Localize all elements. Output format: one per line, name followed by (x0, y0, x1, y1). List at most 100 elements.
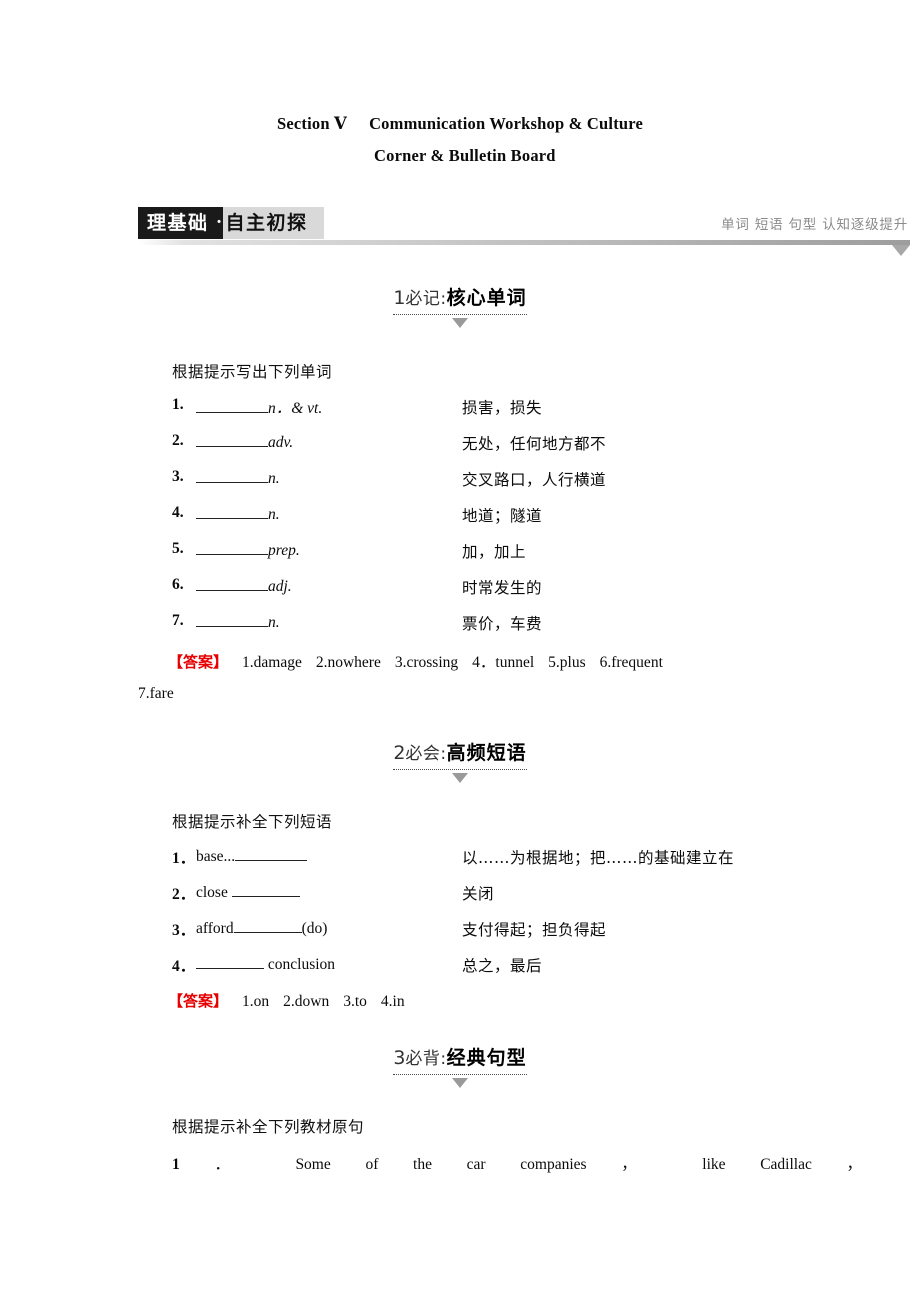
vocab-blank-5[interactable] (196, 540, 268, 555)
vocab-row-6-definition: 时常发生的 (462, 579, 543, 597)
vocab-row-7-definition: 票价，车费 (462, 615, 543, 633)
vocab-row-2-pos: adv. (268, 434, 294, 451)
vocab-blank-1[interactable] (196, 398, 268, 413)
section-heading-3-number: 3 (393, 1047, 406, 1069)
sentence-word: companies (520, 1156, 587, 1173)
section-label: Section Ⅴ (277, 114, 348, 133)
vocab-row-5-number: 5. (172, 540, 184, 557)
vocab-row-3: 3. n. 交叉路口，人行横道 (172, 468, 872, 504)
answer-item: 2.down (283, 993, 330, 1010)
phrase-row-1-definition: 以……为根据地；把……的基础建立在 (462, 849, 735, 867)
phrase-row-1: 1． base... 以……为根据地；把……的基础建立在 (172, 846, 872, 882)
banner-gradient-rule (138, 240, 910, 245)
vocab-row-3-pos: n. (268, 470, 280, 487)
section-heading-2-main: 高频短语 (446, 742, 527, 764)
vocab-blank-3[interactable] (196, 468, 268, 483)
section-heading-3: 3必背:经典句型 (0, 1043, 920, 1088)
sentence-word: ， (621, 1156, 668, 1173)
vocab-blank-7[interactable] (196, 612, 268, 627)
vocab-row-5-body: prep. (196, 540, 300, 560)
vocab-row-4-definition: 地道；隧道 (462, 507, 543, 525)
vocab-row-5-pos: prep. (268, 542, 300, 559)
banner-tab-primary: 理基础 (138, 207, 216, 239)
answer-item: 4.in (380, 993, 405, 1010)
vocab-row-1-definition: 损害，损失 (462, 399, 543, 417)
answer-item: 2.nowhere (315, 654, 381, 671)
phrase-row-2-pretext: close (196, 884, 232, 901)
phrase-blank-1[interactable] (235, 846, 308, 861)
phrase-row-3-posttext: (do) (301, 920, 328, 937)
vocab-row-1-number: 1. (172, 396, 184, 413)
section-heading-1-inner: 1必记:核心单词 (393, 283, 527, 328)
section-heading-2-prefix: 必会: (405, 744, 447, 764)
section-1-answer-label: 【答案】 (168, 653, 229, 671)
sentence-word: Some (295, 1156, 331, 1173)
vocab-blank-2[interactable] (196, 432, 268, 447)
section-heading-1: 1必记:核心单词 (0, 283, 920, 328)
section-heading-3-down-triangle-icon (452, 1078, 468, 1088)
vocab-row-3-number: 3. (172, 468, 184, 485)
sentence-row-1-number: 1 (172, 1156, 180, 1173)
vocab-row-4-number: 4. (172, 504, 184, 521)
page-title-text-1: Communication Workshop & Culture (369, 114, 644, 133)
vocab-row-1-pos: n．& vt. (268, 400, 323, 417)
phrase-row-4-posttext: conclusion (264, 956, 336, 973)
vocab-blank-6[interactable] (196, 576, 268, 591)
section-heading-2-down-triangle-icon (452, 773, 468, 783)
vocab-row-7-number: 7. (172, 612, 184, 629)
phrase-row-4-number: 4． (172, 958, 196, 975)
section-heading-2: 2必会:高频短语 (0, 738, 920, 783)
banner-tab-group: 理基础 · 自主初探 (138, 207, 324, 239)
section-3-lead: 根据提示补全下列教材原句 (172, 1118, 365, 1136)
vocab-row-3-body: n. (196, 468, 280, 488)
sentence-word: like (702, 1156, 726, 1173)
section-heading-1-prefix: 必记: (405, 289, 447, 309)
section-heading-3-prefix: 必背: (405, 1049, 447, 1069)
phrase-row-2-definition: 关闭 (462, 885, 495, 903)
phrase-row-2-body: close (196, 882, 300, 902)
vocab-row-6: 6. adj. 时常发生的 (172, 576, 872, 612)
vocab-row-2: 2. adv. 无处，任何地方都不 (172, 432, 872, 468)
phrase-row-1-body: base... (196, 846, 308, 866)
vocab-row-7: 7. n. 票价，车费 (172, 612, 872, 648)
vocab-row-2-body: adv. (196, 432, 293, 452)
vocab-row-4-body: n. (196, 504, 280, 524)
section-heading-2-number: 2 (393, 742, 406, 764)
banner-tab-separator-dot: · (215, 207, 223, 239)
banner-subtitle: 单词 短语 句型 认知逐级提升 (721, 217, 908, 233)
vocab-blank-4[interactable] (196, 504, 268, 519)
phrase-blank-3[interactable] (233, 918, 302, 933)
section-1-answer-line: 【答案】 1.damage 2.nowhere 3.crossing 4．tunnel 5… (140, 650, 900, 672)
page-title-line-1: Section Ⅴ Communication Workshop & Cultur… (0, 108, 920, 140)
phrase-row-2: 2． close 关闭 (172, 882, 872, 918)
phrase-blank-2[interactable] (231, 882, 300, 897)
banner-down-triangle-icon (892, 245, 910, 256)
vocab-row-6-pos: adj. (268, 578, 292, 595)
section-heading-3-inner: 3必背:经典句型 (393, 1043, 527, 1088)
section-2-answer-label: 【答案】 (168, 992, 229, 1010)
vocab-row-7-body: n. (196, 612, 280, 632)
phrase-row-4: 4． conclusion 总之，最后 (172, 954, 872, 990)
page-title-line-2: Corner & Bulletin Board (374, 146, 556, 165)
section-2-lead: 根据提示补全下列短语 (172, 813, 333, 831)
answer-item: 5.plus (548, 654, 586, 671)
answer-item: 6.frequent (599, 654, 663, 671)
answer-item: 4．tunnel (472, 654, 535, 671)
phrase-row-3-body: afford (do) (196, 918, 327, 938)
vocab-row-4: 4. n. 地道；隧道 (172, 504, 872, 540)
vocab-row-3-definition: 交叉路口，人行横道 (462, 471, 607, 489)
phrase-row-3-number: 3． (172, 922, 196, 939)
sentence-row-1: 1 ． Some of the car companies ， like Cad… (172, 1152, 862, 1174)
vocab-row-5: 5. prep. 加，加上 (172, 540, 872, 576)
section-heading-1-down-triangle-icon (452, 318, 468, 328)
phrase-row-3-definition: 支付得起；担负得起 (462, 921, 607, 939)
phrase-row-2-number: 2． (172, 886, 196, 903)
phrase-row-3: 3． afford (do) 支付得起；担负得起 (172, 918, 872, 954)
phrase-row-4-body: conclusion (196, 954, 335, 974)
sentence-word: of (365, 1156, 379, 1173)
sentence-word: the (413, 1156, 432, 1173)
answer-item: 3.crossing (394, 654, 459, 671)
sentence-word: car (466, 1156, 486, 1173)
phrase-blank-4[interactable] (196, 954, 264, 969)
section-banner: 理基础 · 自主初探 单词 短语 句型 认知逐级提升 (138, 207, 910, 256)
